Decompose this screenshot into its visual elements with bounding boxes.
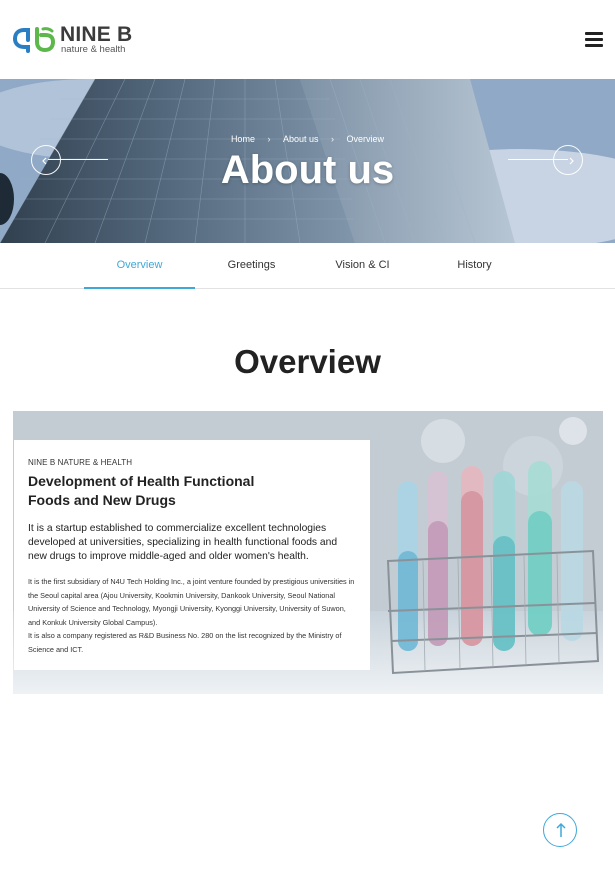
- overview-lead-text: It is a startup established to commercia…: [28, 523, 338, 562]
- menu-bar: [585, 44, 603, 47]
- site-header: NINE B nature & health: [0, 0, 615, 79]
- section-title: Overview: [234, 343, 381, 380]
- hamburger-menu-icon[interactable]: [585, 32, 603, 47]
- breadcrumb-home[interactable]: Home: [231, 134, 255, 144]
- sub-navigation-tabs: Overview Greetings Vision & CI History: [0, 243, 615, 289]
- chevron-right-icon: ›: [267, 134, 271, 144]
- menu-bar: [585, 32, 603, 35]
- next-slide-button[interactable]: [553, 145, 583, 175]
- overview-paragraph-2: It is also a company registered as R&D B…: [28, 631, 342, 654]
- breadcrumb-about-us[interactable]: About us: [283, 134, 319, 144]
- hero-banner: Home › About us › Overview About us: [0, 79, 615, 243]
- prev-arrow-line: [48, 159, 108, 160]
- overview-heading: Development of Health Functional Foods a…: [28, 473, 255, 508]
- prev-slide-button[interactable]: [31, 145, 61, 175]
- scroll-to-top-button[interactable]: [543, 813, 577, 847]
- logo-mark-icon: [13, 27, 56, 53]
- chevron-right-icon: ›: [331, 134, 335, 144]
- logo-subtitle: nature & health: [61, 44, 126, 55]
- overview-card: NINE B NATURE & HEALTH Development of He…: [13, 411, 603, 694]
- tab-greetings[interactable]: Greetings: [196, 243, 307, 289]
- menu-bar: [585, 38, 603, 41]
- arrow-up-icon: [556, 822, 566, 837]
- tab-overview[interactable]: Overview: [84, 243, 195, 289]
- overview-body-text: It is the first subsidiary of N4U Tech H…: [28, 575, 356, 657]
- overview-text-box: NINE B NATURE & HEALTH Development of He…: [14, 440, 370, 670]
- breadcrumb-overview[interactable]: Overview: [347, 134, 385, 144]
- company-name-label: NINE B NATURE & HEALTH: [28, 458, 133, 467]
- nine-b-logo[interactable]: NINE B nature & health: [13, 23, 138, 56]
- page-title: About us: [220, 148, 395, 192]
- arrow-right-icon: [569, 157, 574, 165]
- tab-vision-ci[interactable]: Vision & CI: [307, 243, 418, 289]
- overview-paragraph-1: It is the first subsidiary of N4U Tech H…: [28, 577, 355, 627]
- arrow-left-icon: [42, 157, 47, 165]
- breadcrumb: Home › About us › Overview: [0, 134, 615, 144]
- tab-history[interactable]: History: [419, 243, 530, 289]
